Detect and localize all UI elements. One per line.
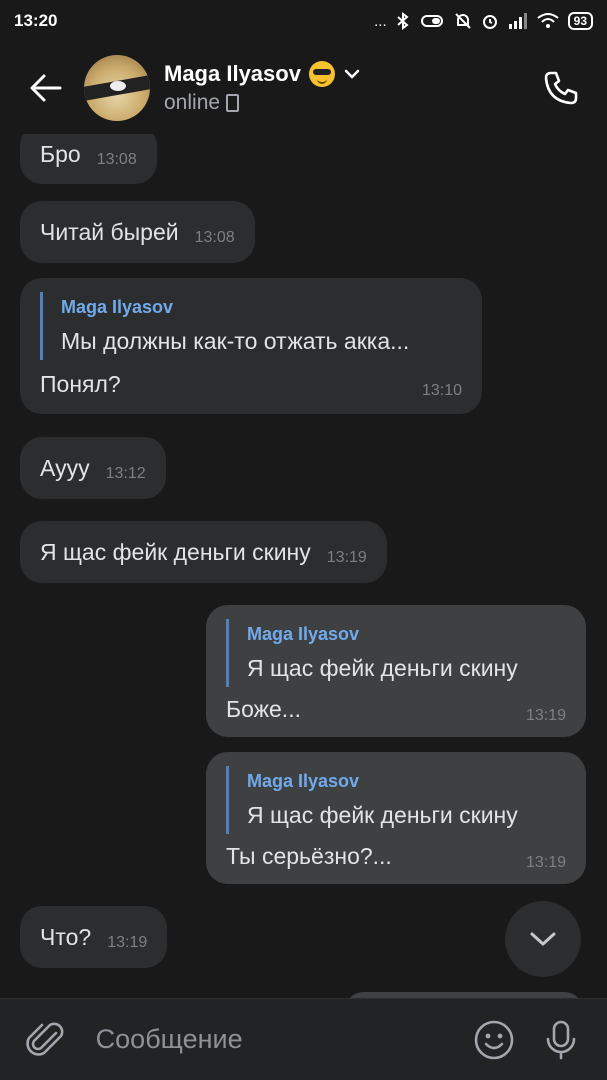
message-time: 13:08 bbox=[96, 151, 137, 168]
message-bubble-reply-outgoing[interactable]: Maga Ilyasov Я щас фейк деньги скину Ты … bbox=[206, 752, 586, 884]
sunglasses-emoji-icon bbox=[308, 61, 335, 87]
message-text: Понял? bbox=[40, 371, 121, 397]
message-time: 13:19 bbox=[107, 934, 148, 951]
message-bubble[interactable]: Бро 13:08 bbox=[20, 134, 157, 184]
chat-info[interactable]: Maga Ilyasov online bbox=[164, 61, 533, 115]
message-bubble[interactable]: Аууу 13:12 bbox=[20, 437, 166, 499]
message-text: Что? bbox=[40, 923, 92, 950]
message-bubble-reply[interactable]: Maga Ilyasov Мы должны как-то отжать акк… bbox=[20, 278, 482, 414]
voice-message-button[interactable] bbox=[535, 1019, 587, 1061]
paperclip-icon bbox=[26, 1022, 64, 1056]
status-bar: 13:20 ... 93 bbox=[0, 0, 607, 42]
message-bubble[interactable]: Читай бырей 13:08 bbox=[20, 201, 255, 263]
chat-header: Maga Ilyasov online bbox=[0, 42, 607, 134]
status-time: 13:20 bbox=[14, 11, 58, 30]
quoted-message[interactable]: Maga Ilyasov Я щас фейк деньги скину bbox=[226, 619, 586, 687]
signal-icon bbox=[508, 13, 527, 29]
message-time: 13:08 bbox=[194, 229, 235, 246]
quoted-author: Maga Ilyasov bbox=[247, 624, 360, 644]
message-time: 13:12 bbox=[105, 465, 146, 482]
message-text: Читай бырей bbox=[40, 218, 179, 245]
message-text: Аууу bbox=[40, 454, 90, 481]
mute-bell-icon bbox=[454, 13, 471, 29]
quoted-message[interactable]: Maga Ilyasov Мы должны как-то отжать акк… bbox=[40, 292, 451, 360]
message-bubble[interactable]: Я щас фейк деньги скину 13:19 bbox=[20, 521, 387, 583]
message-composer bbox=[0, 998, 607, 1080]
chevron-down-icon bbox=[344, 69, 360, 79]
contact-name: Maga Ilyasov bbox=[164, 61, 301, 86]
attach-button[interactable] bbox=[20, 1019, 72, 1061]
arrow-left-icon bbox=[30, 74, 62, 102]
message-list[interactable]: Бро 13:08 Читай бырей 13:08 Maga Ilyasov… bbox=[0, 134, 607, 998]
message-time: 13:19 bbox=[525, 854, 566, 871]
call-button[interactable] bbox=[533, 60, 589, 116]
message-bubble-reply-outgoing[interactable]: Maga Ilyasov Я щас фейк деньги скину Бож… bbox=[206, 605, 586, 737]
status-icons: ... 93 bbox=[374, 12, 593, 30]
contact-status: online bbox=[164, 91, 221, 114]
microphone-icon bbox=[546, 1020, 576, 1059]
quoted-text: Я щас фейк деньги скину bbox=[247, 655, 518, 681]
message-time: 13:19 bbox=[326, 549, 367, 566]
message-input[interactable] bbox=[93, 1023, 452, 1056]
quoted-message[interactable]: Maga Ilyasov Я щас фейк деньги скину bbox=[226, 766, 586, 834]
battery-indicator: 93 bbox=[567, 12, 593, 30]
message-text: Я щас фейк деньги скину bbox=[40, 538, 311, 565]
quoted-text: Я щас фейк деньги скину bbox=[247, 802, 518, 828]
message-time: 13:19 bbox=[525, 707, 566, 724]
vibrate-icon bbox=[420, 15, 443, 27]
back-button[interactable] bbox=[18, 60, 74, 116]
message-time: 13:10 bbox=[421, 382, 462, 399]
phone-icon bbox=[544, 71, 578, 105]
message-text: Бро bbox=[40, 140, 81, 167]
chevron-down-icon bbox=[530, 932, 556, 946]
mobile-device-icon bbox=[226, 94, 240, 112]
message-bubble[interactable]: Что? 13:19 bbox=[20, 906, 168, 968]
alarm-icon bbox=[482, 15, 497, 29]
bluetooth-icon bbox=[396, 12, 409, 30]
emoji-button[interactable] bbox=[468, 1019, 520, 1061]
quoted-author: Maga Ilyasov bbox=[247, 771, 360, 791]
quoted-author: Maga Ilyasov bbox=[61, 297, 174, 317]
scroll-down-button[interactable] bbox=[505, 901, 581, 977]
more-dots-icon: ... bbox=[374, 12, 387, 30]
smile-icon bbox=[474, 1020, 513, 1059]
wifi-icon bbox=[537, 13, 559, 28]
avatar[interactable] bbox=[84, 55, 150, 121]
quoted-text: Мы должны как-то отжать акка... bbox=[61, 328, 410, 354]
